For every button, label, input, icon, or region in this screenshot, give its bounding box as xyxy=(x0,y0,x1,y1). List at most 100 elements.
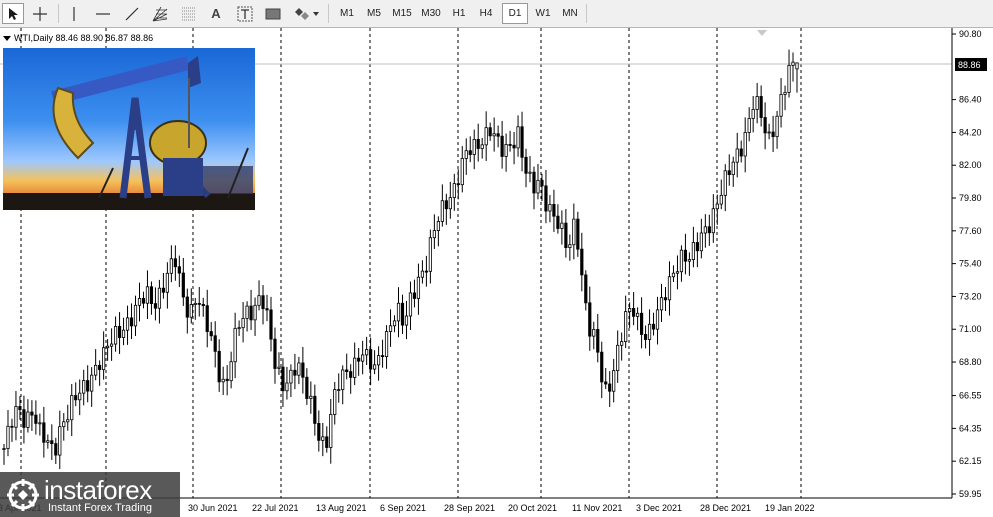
candle xyxy=(400,294,405,334)
candle xyxy=(237,320,241,337)
candle xyxy=(58,410,62,470)
text-icon[interactable]: A xyxy=(206,3,226,24)
bull-candle-body xyxy=(26,411,30,428)
candle xyxy=(755,82,759,124)
bull-candle-body xyxy=(731,161,735,176)
rectangle-icon[interactable] xyxy=(262,3,284,24)
bear-candle-body xyxy=(604,381,608,385)
price-tick-label: 73.20 xyxy=(959,291,982,301)
bull-candle-body xyxy=(333,389,337,415)
candle xyxy=(269,296,273,352)
bull-candle-body xyxy=(432,230,436,239)
candle xyxy=(568,234,572,261)
bear-candle-body xyxy=(30,411,34,416)
bull-candle-body xyxy=(659,297,664,311)
candle xyxy=(249,289,253,330)
bear-candle-body xyxy=(564,222,568,248)
fibonacci-retracement-icon[interactable] xyxy=(178,3,200,24)
candle xyxy=(357,347,361,376)
candle xyxy=(747,107,751,142)
bull-candle-body xyxy=(743,132,747,157)
bear-candle-body xyxy=(488,127,492,137)
bull-candle-body xyxy=(592,329,596,337)
candle xyxy=(209,322,213,341)
instaforex-logo-icon xyxy=(7,479,39,511)
current-price-label: 88.86 xyxy=(958,60,981,70)
bull-candle-body xyxy=(416,276,421,299)
candle xyxy=(225,365,229,396)
vertical-line-icon[interactable] xyxy=(64,3,84,24)
candle xyxy=(22,395,26,444)
candle xyxy=(576,211,580,257)
timeframe-h1[interactable]: H1 xyxy=(446,3,472,24)
candle xyxy=(671,265,676,282)
timeframe-h4[interactable]: H4 xyxy=(473,3,499,24)
text-label-icon[interactable] xyxy=(234,3,256,24)
bear-candle-body xyxy=(269,309,273,340)
candle xyxy=(233,312,237,379)
bull-candle-body xyxy=(329,414,333,448)
crosshair-icon[interactable] xyxy=(28,3,52,24)
bull-candle-body xyxy=(102,347,106,371)
time-tick-label: 11 Nov 2021 xyxy=(572,503,622,513)
time-tick-label: 6 Sep 2021 xyxy=(380,503,426,513)
bear-candle-body xyxy=(181,272,185,298)
bull-candle-body xyxy=(516,126,520,149)
bear-candle-body xyxy=(380,355,385,358)
candle xyxy=(177,255,181,288)
bull-candle-body xyxy=(193,302,197,305)
bull-candle-body xyxy=(636,312,640,317)
bull-candle-body xyxy=(38,422,42,425)
bull-candle-body xyxy=(113,325,118,345)
bull-candle-body xyxy=(14,406,18,428)
candle xyxy=(26,399,30,433)
candle xyxy=(795,62,799,93)
bull-candle-body xyxy=(6,425,10,449)
bull-candle-body xyxy=(667,276,672,301)
candle xyxy=(727,154,731,186)
candle xyxy=(301,346,305,394)
bear-candle-body xyxy=(349,371,353,378)
bear-candle-body xyxy=(508,144,512,146)
fibonacci-fan-icon[interactable] xyxy=(148,3,172,24)
bull-candle-body xyxy=(353,357,357,378)
price-tick-label: 62.15 xyxy=(959,456,982,466)
bear-candle-body xyxy=(444,200,448,210)
timeframe-m5[interactable]: M5 xyxy=(361,3,387,24)
horizontal-line-icon[interactable] xyxy=(92,3,114,24)
candle xyxy=(86,365,90,403)
bear-candle-body xyxy=(771,131,775,138)
candle xyxy=(137,282,142,322)
bear-candle-body xyxy=(643,334,648,340)
bull-candle-body xyxy=(233,327,237,363)
bull-candle-body xyxy=(125,317,130,331)
bear-candle-body xyxy=(261,295,265,310)
bear-candle-body xyxy=(273,338,277,369)
collapse-triangle-icon[interactable] xyxy=(3,36,11,42)
cursor-icon[interactable] xyxy=(2,3,24,24)
candle xyxy=(293,353,297,390)
price-tick-label: 66.55 xyxy=(959,391,982,401)
bear-candle-body xyxy=(265,308,269,311)
candle xyxy=(297,356,301,385)
price-tick-label: 90.80 xyxy=(959,29,982,39)
candle xyxy=(719,179,723,210)
timeframe-m1[interactable]: M1 xyxy=(334,3,360,24)
candle xyxy=(484,111,488,161)
candle xyxy=(245,301,249,332)
candle xyxy=(532,166,536,210)
bull-candle-body xyxy=(436,221,440,231)
candle xyxy=(580,232,584,292)
shapes-dropdown-icon[interactable] xyxy=(290,3,322,24)
bear-candle-body xyxy=(217,350,221,383)
timeframe-w1[interactable]: W1 xyxy=(530,3,556,24)
bull-candle-body xyxy=(480,144,484,149)
price-tick-label: 59.95 xyxy=(959,489,982,499)
timeframe-m15[interactable]: M15 xyxy=(388,3,416,24)
candle xyxy=(468,136,472,163)
trendline-icon[interactable] xyxy=(120,3,144,24)
timeframe-m30[interactable]: M30 xyxy=(417,3,445,24)
timeframe-mn[interactable]: MN xyxy=(557,3,583,24)
candle xyxy=(687,252,692,276)
timeframe-d1[interactable]: D1 xyxy=(502,3,528,24)
